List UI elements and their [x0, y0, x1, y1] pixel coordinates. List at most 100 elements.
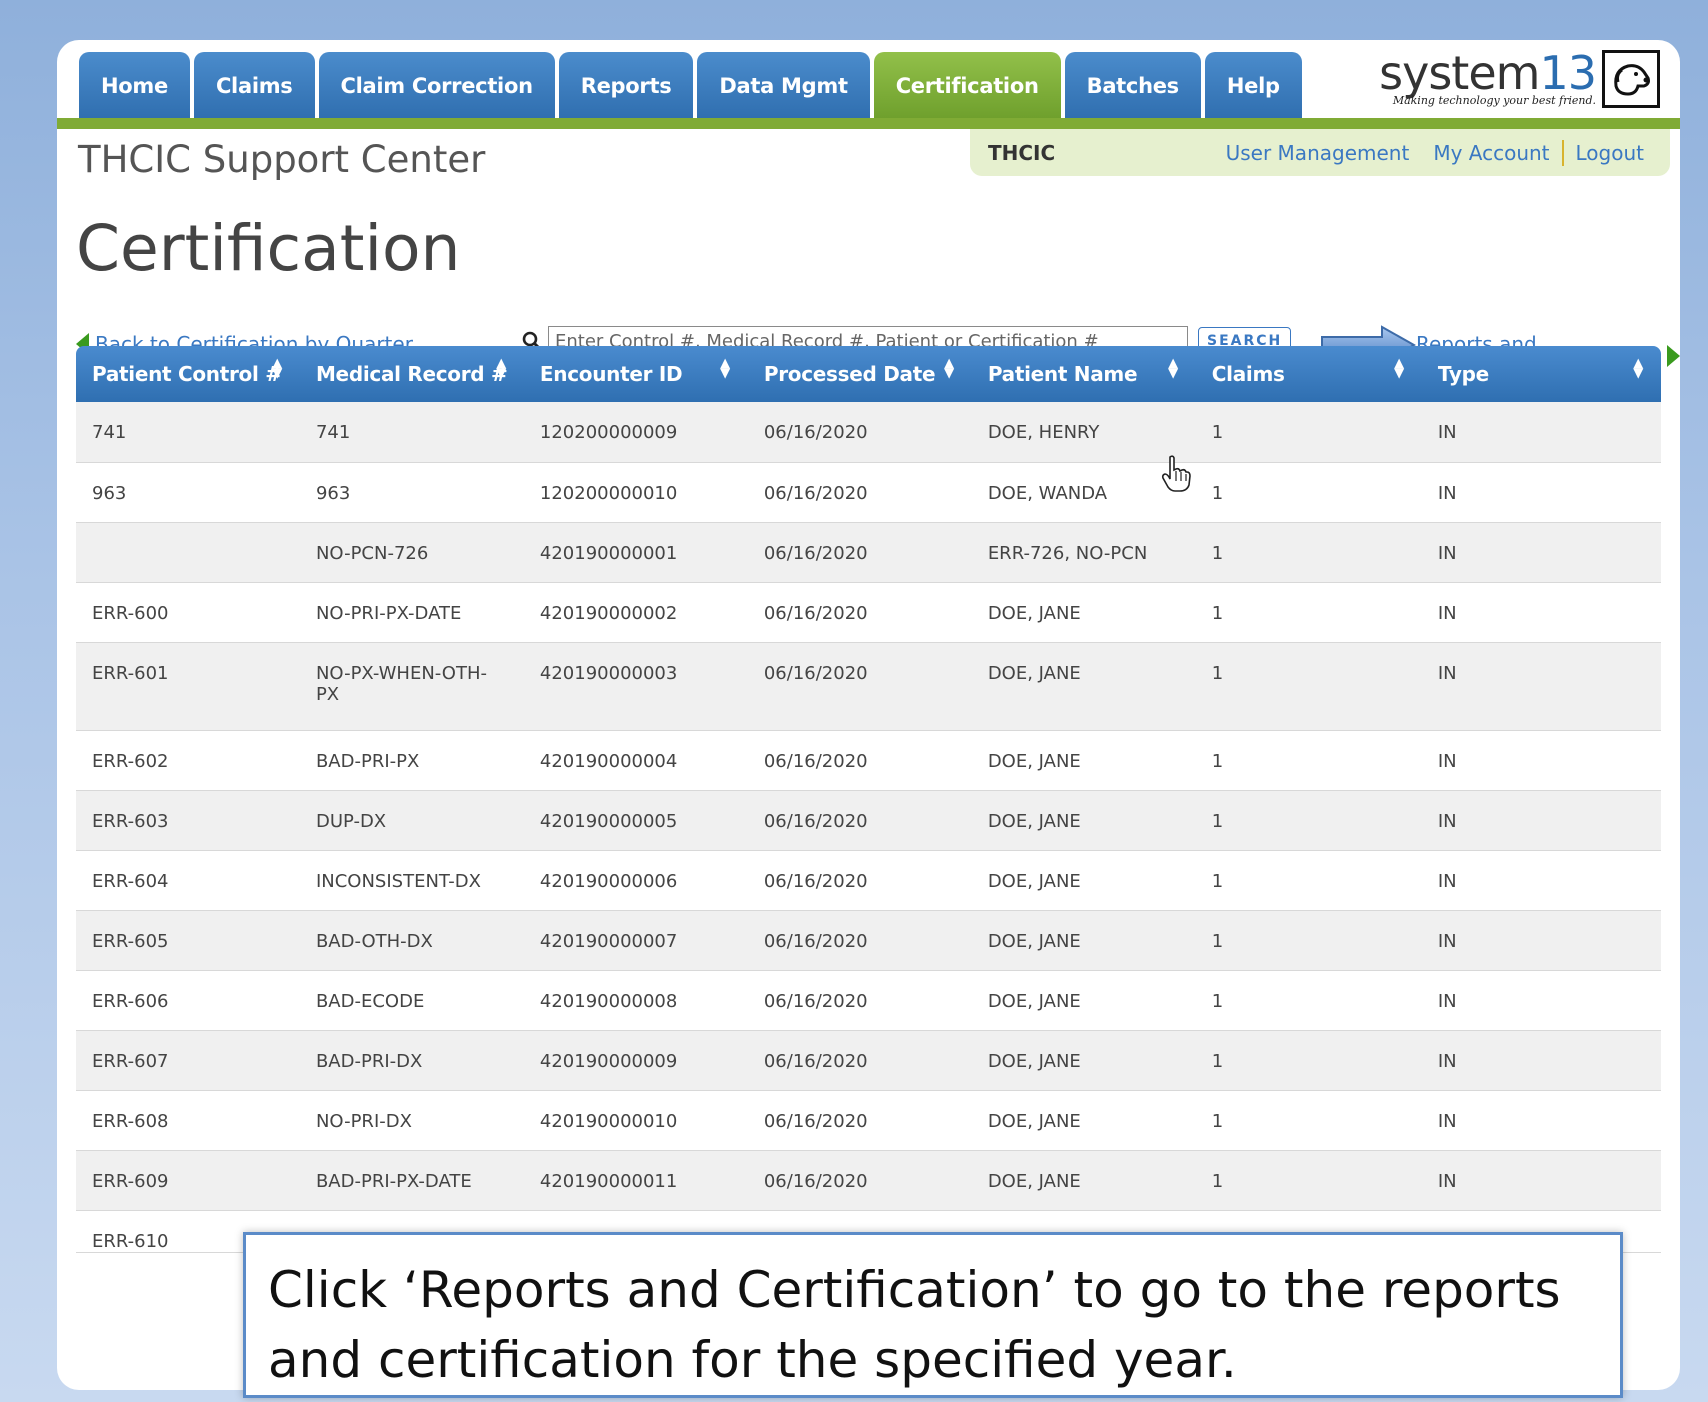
sort-icon[interactable]: ▲ ▼	[944, 357, 954, 380]
instruction-callout: Click ‘Reports and Certification’ to go …	[243, 1232, 1623, 1398]
table-body: 741 741 120200000009 06/16/2020 DOE, HENRY 1 I…	[76, 402, 1661, 1253]
table-row[interactable]: ERR-606 BAD-ECODE 420190000008 06/16/2020 DO…	[76, 970, 1661, 1031]
table-cell: ERR-602	[76, 730, 300, 791]
table-cell: 120200000009	[523, 402, 748, 463]
table-cell: 1	[1195, 1090, 1422, 1151]
table-cell: IN	[1421, 970, 1661, 1031]
logo-tagline: Making technology your best friend.	[1392, 94, 1596, 107]
table-cell: 06/16/2020	[747, 582, 972, 643]
table-cell: 06/16/2020	[747, 522, 972, 583]
table-header: Patient Control # ▲ ▼ Medical Record # ▲ ▼ E…	[76, 346, 1661, 402]
sort-icon[interactable]: ▲ ▼	[720, 357, 730, 380]
table-row[interactable]: ERR-601 NO-PX-WHEN-OTH-PX 420190000003 06/1…	[76, 642, 1661, 731]
col-medical-record[interactable]: Medical Record # ▲ ▼	[299, 346, 524, 402]
col-processed-date[interactable]: Processed Date ▲ ▼	[747, 346, 972, 402]
table-cell: 06/16/2020	[747, 970, 972, 1031]
tab-reports[interactable]: Reports	[558, 52, 694, 120]
table-cell: ERR-609	[76, 1150, 300, 1211]
table-row[interactable]: ERR-608 NO-PRI-DX 420190000010 06/16/2020 DO…	[76, 1090, 1661, 1151]
my-account-link[interactable]: My Account	[1421, 141, 1561, 165]
table-cell: INCONSISTENT-DX	[299, 850, 524, 911]
col-label: Patient Name	[987, 362, 1138, 386]
table-row[interactable]: ERR-602 BAD-PRI-PX 420190000004 06/16/2020 D…	[76, 730, 1661, 791]
table-cell: 1	[1195, 462, 1422, 523]
table-cell: NO-PRI-DX	[299, 1090, 524, 1151]
table-cell: BAD-PRI-PX-DATE	[299, 1150, 524, 1211]
sort-icon[interactable]: ▲ ▼	[1168, 357, 1178, 380]
table-row[interactable]: 963 963 120200000010 06/16/2020 DOE, WANDA 1 I…	[76, 462, 1661, 523]
table-cell: IN	[1421, 1030, 1661, 1091]
tab-certification[interactable]: Certification	[873, 52, 1061, 120]
sort-icon[interactable]: ▲ ▼	[272, 357, 282, 380]
sort-icon[interactable]: ▲ ▼	[1633, 357, 1643, 380]
table-cell: 420190000011	[523, 1150, 748, 1211]
col-label: Type	[1437, 362, 1489, 386]
table-cell: 1	[1195, 402, 1422, 463]
certification-table: Patient Control # ▲ ▼ Medical Record # ▲ ▼ E…	[76, 346, 1661, 1253]
table-cell: ERR-608	[76, 1090, 300, 1151]
tab-batches[interactable]: Batches	[1064, 52, 1201, 120]
logo-word-prefix: system	[1379, 46, 1540, 100]
table-cell: BAD-OTH-DX	[299, 910, 524, 971]
tab-home[interactable]: Home	[79, 52, 190, 120]
table-cell: BAD-PRI-DX	[299, 1030, 524, 1091]
user-management-link[interactable]: User Management	[1214, 141, 1422, 165]
table-row[interactable]: ERR-604 INCONSISTENT-DX 420190000006 06/16/…	[76, 850, 1661, 911]
table-row[interactable]: NO-PCN-726 420190000001 06/16/2020 ERR-726,…	[76, 522, 1661, 583]
col-label: Medical Record #	[315, 362, 508, 386]
table-cell: DOE, JANE	[971, 1030, 1196, 1091]
table-cell	[76, 522, 300, 583]
table-cell: 06/16/2020	[747, 910, 972, 971]
dog-logo-icon	[1602, 50, 1660, 108]
table-row[interactable]: ERR-600 NO-PRI-PX-DATE 420190000002 06/16/2…	[76, 582, 1661, 643]
table-cell: 420190000002	[523, 582, 748, 643]
table-cell: ERR-605	[76, 910, 300, 971]
col-claims[interactable]: Claims ▲ ▼	[1195, 346, 1422, 402]
table-cell: IN	[1421, 790, 1661, 851]
table-cell: DOE, JANE	[971, 730, 1196, 791]
table-cell: 420190000010	[523, 1090, 748, 1151]
table-row[interactable]: ERR-605 BAD-OTH-DX 420190000007 06/16/2020 D…	[76, 910, 1661, 971]
table-row[interactable]: ERR-609 BAD-PRI-PX-DATE 420190000011 06/16/…	[76, 1150, 1661, 1211]
logout-link[interactable]: Logout	[1564, 141, 1656, 165]
tab-help[interactable]: Help	[1204, 52, 1302, 120]
table-cell: 06/16/2020	[747, 730, 972, 791]
table-row[interactable]: ERR-607 BAD-PRI-DX 420190000009 06/16/2020 D…	[76, 1030, 1661, 1091]
table-cell: ERR-600	[76, 582, 300, 643]
table-cell: IN	[1421, 730, 1661, 791]
col-type[interactable]: Type ▲ ▼	[1421, 346, 1661, 402]
table-cell: DOE, JANE	[971, 850, 1196, 911]
col-label: Patient Control #	[92, 362, 282, 386]
col-patient-name[interactable]: Patient Name ▲ ▼	[971, 346, 1196, 402]
table-cell: 420190000006	[523, 850, 748, 911]
tab-claims[interactable]: Claims	[193, 52, 315, 120]
sort-icon[interactable]: ▲ ▼	[496, 357, 506, 380]
tab-claim-correction[interactable]: Claim Correction	[318, 52, 555, 120]
table-cell: 06/16/2020	[747, 1030, 972, 1091]
table-cell: 1	[1195, 582, 1422, 643]
table-cell: NO-PX-WHEN-OTH-PX	[299, 642, 524, 731]
table-cell: 963	[299, 462, 524, 523]
nav-underline	[57, 118, 1680, 129]
table-cell: 1	[1195, 1150, 1422, 1211]
table-cell: ERR-607	[76, 1030, 300, 1091]
table-cell: 1	[1195, 522, 1422, 583]
forward-arrow-icon	[1667, 345, 1680, 367]
col-patient-control[interactable]: Patient Control # ▲ ▼	[76, 346, 300, 402]
site-title: THCIC Support Center	[78, 138, 486, 181]
table-cell: IN	[1421, 910, 1661, 971]
table-cell: 06/16/2020	[747, 1090, 972, 1151]
table-row[interactable]: 741 741 120200000009 06/16/2020 DOE, HENRY 1 I…	[76, 402, 1661, 463]
table-cell: 741	[76, 402, 300, 463]
table-cell: 06/16/2020	[747, 850, 972, 911]
table-cell: 1	[1195, 1030, 1422, 1091]
sort-icon[interactable]: ▲ ▼	[1394, 357, 1404, 380]
main-nav: Home Claims Claim Correction Reports Dat…	[79, 52, 1302, 120]
tab-data-mgmt[interactable]: Data Mgmt	[697, 52, 870, 120]
col-encounter-id[interactable]: Encounter ID ▲ ▼	[523, 346, 748, 402]
table-cell: ERR-601	[76, 642, 300, 731]
table-cell: DOE, JANE	[971, 1090, 1196, 1151]
table-row[interactable]: ERR-603 DUP-DX 420190000005 06/16/2020 DOE, …	[76, 790, 1661, 851]
table-cell: DOE, JANE	[971, 910, 1196, 971]
main-card: Home Claims Claim Correction Reports Dat…	[57, 40, 1680, 1390]
